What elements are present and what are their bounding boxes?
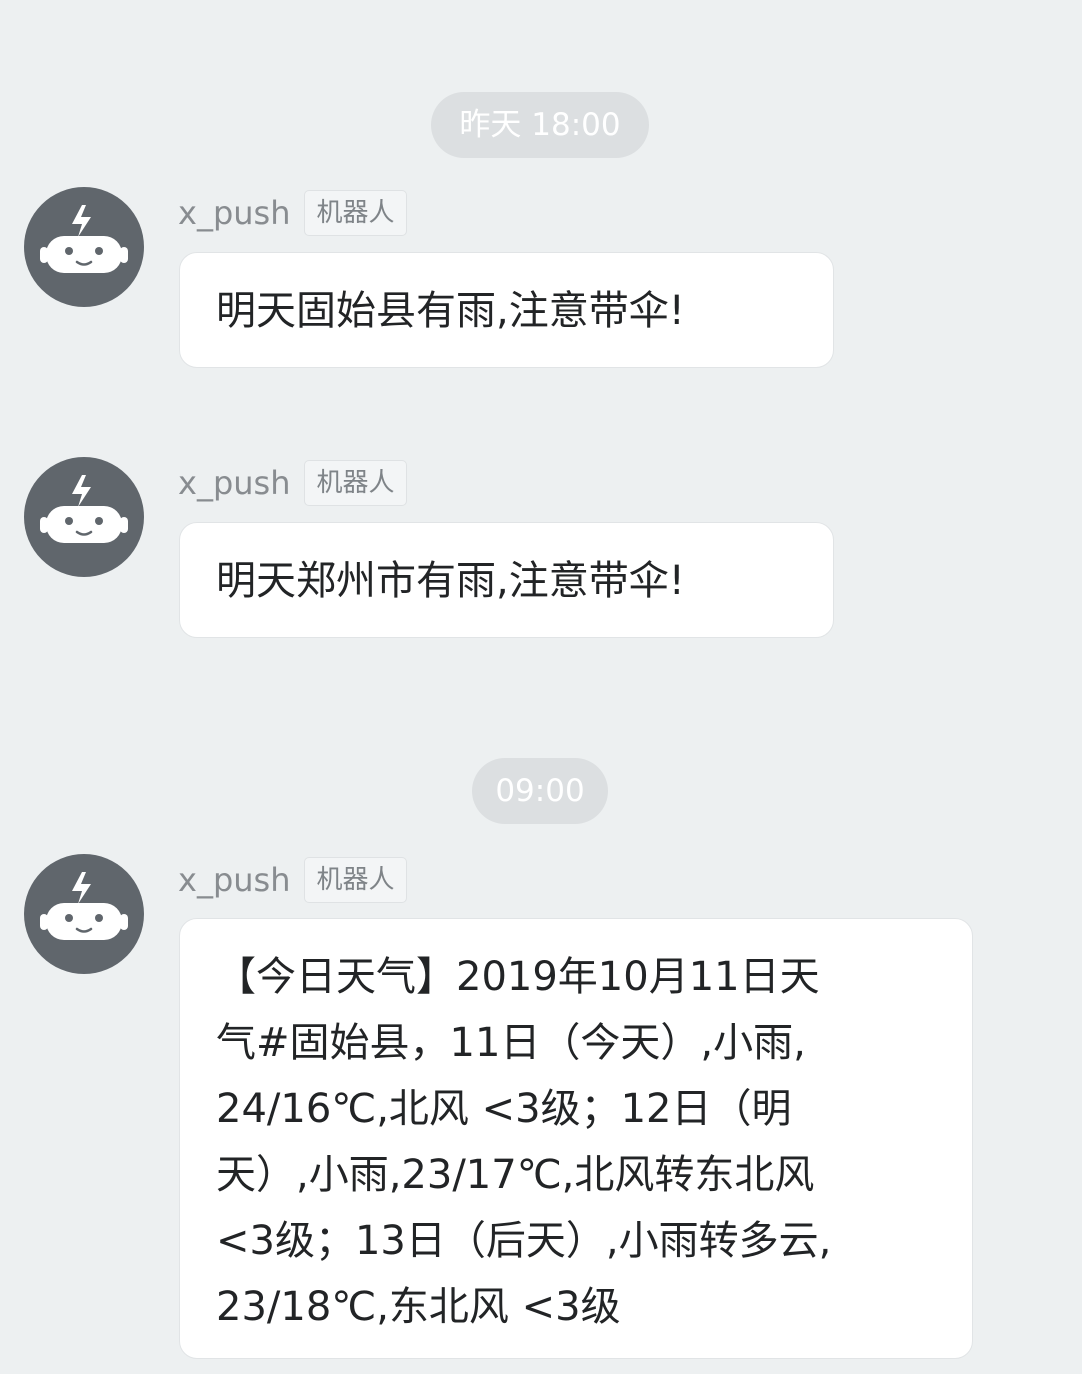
bot-badge: 机器人	[304, 460, 407, 506]
robot-icon	[40, 475, 128, 543]
message-sender: x_push 机器人	[178, 188, 407, 238]
timestamp-divider: 昨天 18:00	[431, 92, 649, 158]
bot-badge: 机器人	[304, 190, 407, 236]
message-line: 天）,小雨,23/17℃,北风转东北风	[216, 1152, 815, 1198]
message-line: <3级；13日（后天）,小雨转多云,	[216, 1218, 832, 1264]
message-line: 24/16℃,北风 <3级；12日（明	[216, 1086, 792, 1132]
message-line: 气#固始县，11日（今天）,小雨,	[216, 1020, 806, 1066]
message-sender: x_push 机器人	[178, 855, 407, 905]
sender-name[interactable]: x_push	[178, 194, 290, 232]
sender-name[interactable]: x_push	[178, 861, 290, 899]
message-sender: x_push 机器人	[178, 458, 407, 508]
message-bubble[interactable]: 明天固始县有雨,注意带伞!	[179, 252, 834, 368]
message-bubble[interactable]: 【今日天气】2019年10月11日天 气#固始县，11日（今天）,小雨, 24/…	[179, 918, 973, 1359]
robot-avatar[interactable]	[24, 457, 144, 577]
message-line: 23/18℃,东北风 <3级	[216, 1284, 621, 1330]
bot-badge: 机器人	[304, 857, 407, 903]
robot-avatar[interactable]	[24, 187, 144, 307]
message-line: 【今日天气】2019年10月11日天	[216, 954, 820, 1000]
robot-icon	[40, 872, 128, 940]
robot-avatar[interactable]	[24, 854, 144, 974]
timestamp-divider: 09:00	[472, 758, 608, 824]
message-bubble[interactable]: 明天郑州市有雨,注意带伞!	[179, 522, 834, 638]
sender-name[interactable]: x_push	[178, 464, 290, 502]
robot-icon	[40, 205, 128, 273]
